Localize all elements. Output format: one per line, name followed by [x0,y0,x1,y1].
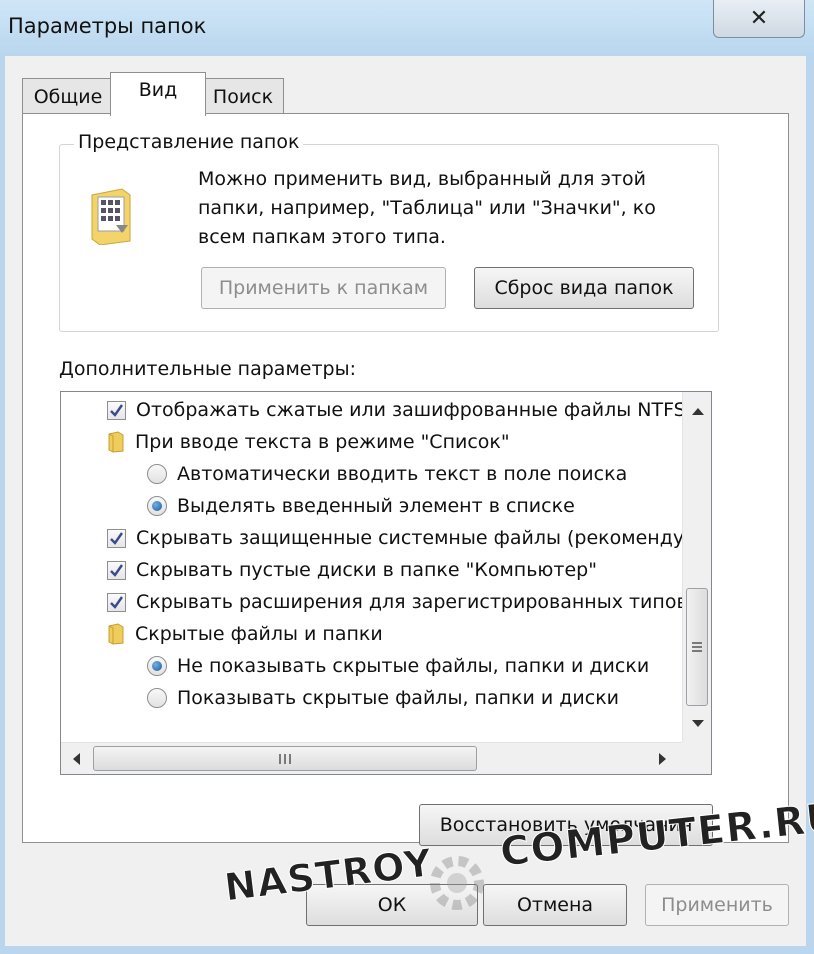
list-item[interactable]: Скрывать пустые диски в папке "Компьютер… [61,554,597,586]
list-item: Скрытые файлы и папки [61,618,383,650]
horizontal-scrollbar[interactable] [61,742,682,774]
checkbox[interactable] [107,528,126,548]
folder-icon [108,431,124,453]
list-item[interactable]: Скрывать защищенные системные файлы (рек… [61,522,712,554]
list-item[interactable]: Показывать скрытые файлы, папки и диски [61,682,619,714]
check-icon [110,563,123,577]
radio-button[interactable] [147,464,167,484]
list-item-label: Показывать скрытые файлы, папки и диски [177,687,620,709]
title-bar[interactable]: Параметры папок [0,0,814,56]
advanced-settings-tree[interactable]: Отображать сжатые или зашифрованные файл… [60,391,712,775]
scroll-down-icon[interactable] [692,720,704,727]
radio-button[interactable] [147,656,167,676]
group-title: Представление папок [74,131,304,153]
list-item[interactable]: Автоматически вводить текст в поле поиск… [61,458,627,490]
horizontal-scroll-thumb[interactable] [93,746,477,771]
list-item-label: Отображать сжатые или зашифрованные файл… [136,399,711,421]
tab-panel-view: Представление папок Можно применить вид,… [22,113,789,846]
advanced-settings-label: Дополнительные параметры: [59,358,357,380]
apply-button[interactable]: Применить [645,884,789,926]
checkbox[interactable] [107,400,126,420]
checkbox[interactable] [107,560,126,580]
checkbox[interactable] [107,592,126,612]
list-item[interactable]: Скрывать расширения для зарегистрированн… [61,586,712,618]
reset-folders-button[interactable]: Сброс вида папок [474,267,694,309]
close-button[interactable]: ✕ [713,0,805,38]
close-icon: ✕ [749,6,769,31]
apply-to-folders-button[interactable]: Применить к папкам [201,267,446,309]
list-item: При вводе текста в режиме "Список" [61,426,510,458]
list-item-label: Скрывать пустые диски в папке "Компьютер… [136,559,597,581]
vertical-scrollbar[interactable] [682,392,711,742]
grip-icon [692,642,702,652]
scroll-right-icon[interactable] [659,753,666,765]
list-item[interactable]: Отображать сжатые или зашифрованные файл… [61,394,711,426]
list-item-label: Скрытые файлы и папки [135,623,383,645]
radio-button[interactable] [147,688,167,708]
cancel-button[interactable]: Отмена [483,884,627,926]
grip-icon [279,753,291,764]
folder-view-icon [91,188,131,245]
list-item-label: Автоматически вводить текст в поле поиск… [177,463,628,485]
list-item-label: Выделять введенный элемент в списке [177,495,575,517]
check-icon [110,403,123,417]
folder-views-group: Представление папок Можно применить вид,… [59,131,719,332]
check-icon [110,531,123,545]
list-item-label: При вводе текста в режиме "Список" [135,431,510,453]
radio-button[interactable] [147,496,167,516]
list-item-label: Скрывать расширения для зарегистрированн… [136,591,712,613]
folder-views-description: Можно применить вид, выбранный для этой … [198,168,656,248]
list-item[interactable]: Не показывать скрытые файлы, папки и дис… [61,650,649,682]
scroll-left-icon[interactable] [73,753,80,765]
tab-general[interactable]: Общие [22,78,114,114]
tab-search[interactable]: Поиск [202,78,284,114]
list-item-label: Скрывать защищенные системные файлы (рек… [136,527,712,549]
window-title: Параметры папок [8,14,207,38]
tab-view[interactable]: Вид [110,72,206,116]
list-item[interactable]: Выделять введенный элемент в списке [61,490,575,522]
window-frame-bottom [0,946,814,954]
scroll-corner [682,742,711,774]
vertical-scroll-thumb[interactable] [686,588,708,706]
scroll-up-icon[interactable] [692,408,704,415]
check-icon [110,595,123,609]
folder-icon [108,623,124,645]
list-item-label: Не показывать скрытые файлы, папки и дис… [177,655,650,677]
